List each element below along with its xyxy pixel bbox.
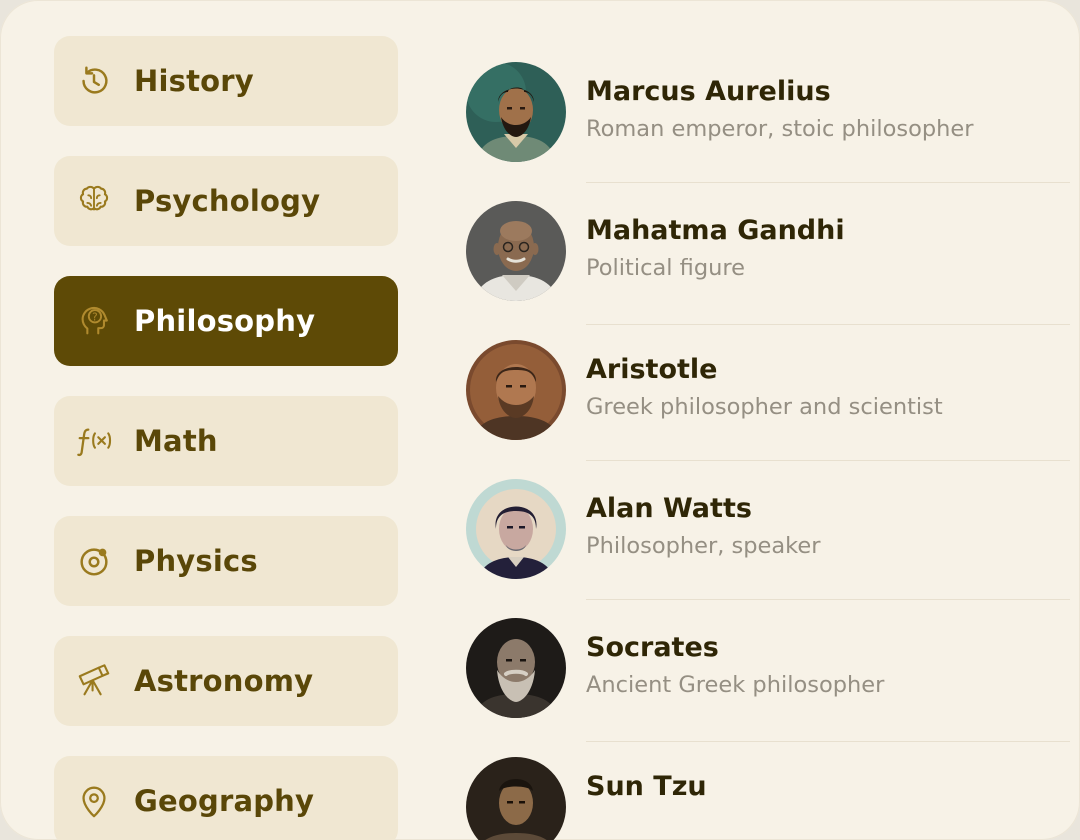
svg-text:?: ? <box>92 312 98 324</box>
list-item-person[interactable]: Marcus Aurelius Roman emperor, stoic phi… <box>466 62 1080 162</box>
person-description: Political figure <box>586 255 745 281</box>
app-card: History Psychology ? Philosophy Math Phy… <box>0 0 1080 840</box>
category-math[interactable]: Math <box>54 396 398 486</box>
map-pin-icon <box>74 781 114 821</box>
person-description: Roman emperor, stoic philosopher <box>586 116 974 142</box>
category-label: Physics <box>134 544 258 578</box>
person-name: Alan Watts <box>586 493 752 524</box>
avatar <box>466 201 566 301</box>
function-icon <box>74 421 114 461</box>
list-item-person[interactable]: Aristotle Greek philosopher and scientis… <box>466 340 1080 440</box>
list-item-person[interactable]: Mahatma Gandhi Political figure <box>466 201 1080 301</box>
category-label: History <box>134 64 254 98</box>
avatar <box>466 340 566 440</box>
orbit-icon <box>74 541 114 581</box>
avatar <box>466 757 566 840</box>
divider <box>586 460 1070 461</box>
person-description: Ancient Greek philosopher <box>586 672 885 698</box>
category-label: Astronomy <box>134 664 314 698</box>
head-question-icon: ? <box>74 301 114 341</box>
person-name: Sun Tzu <box>586 771 707 802</box>
list-item-person[interactable]: Sun Tzu <box>466 757 1080 840</box>
person-name: Aristotle <box>586 354 718 385</box>
divider <box>586 741 1070 742</box>
person-description: Greek philosopher and scientist <box>586 394 943 420</box>
person-name: Mahatma Gandhi <box>586 215 845 246</box>
avatar <box>466 62 566 162</box>
category-psychology[interactable]: Psychology <box>54 156 398 246</box>
category-label: Philosophy <box>134 304 316 338</box>
history-icon <box>74 61 114 101</box>
category-geography[interactable]: Geography <box>54 756 398 840</box>
person-description: Philosopher, speaker <box>586 533 821 559</box>
category-astronomy[interactable]: Astronomy <box>54 636 398 726</box>
category-philosophy[interactable]: ? Philosophy <box>54 276 398 366</box>
category-physics[interactable]: Physics <box>54 516 398 606</box>
category-label: Psychology <box>134 184 321 218</box>
category-label: Geography <box>134 784 315 818</box>
avatar <box>466 479 566 579</box>
divider <box>586 599 1070 600</box>
category-history[interactable]: History <box>54 36 398 126</box>
category-label: Math <box>134 424 218 458</box>
person-name: Socrates <box>586 632 719 663</box>
avatar <box>466 618 566 718</box>
divider <box>586 182 1070 183</box>
telescope-icon <box>74 661 114 701</box>
person-name: Marcus Aurelius <box>586 76 831 107</box>
brain-icon <box>74 181 114 221</box>
divider <box>586 324 1070 325</box>
list-item-person[interactable]: Alan Watts Philosopher, speaker <box>466 479 1080 579</box>
list-item-person[interactable]: Socrates Ancient Greek philosopher <box>466 618 1080 718</box>
